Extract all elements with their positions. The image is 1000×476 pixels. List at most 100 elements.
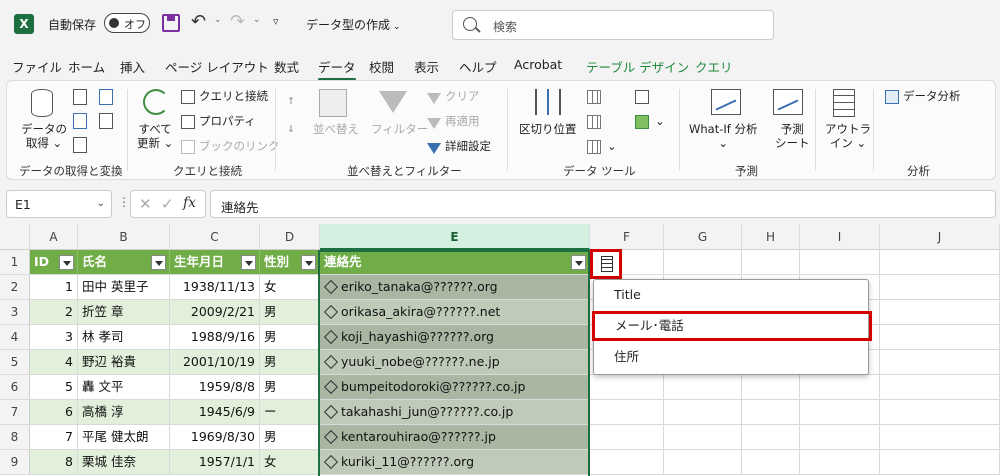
text-to-columns-button[interactable]: 区切り位置 — [519, 122, 577, 137]
get-data-button[interactable]: データの 取得 ⌄ — [21, 122, 67, 151]
column-header-e[interactable]: E — [320, 224, 590, 250]
table-cell-id[interactable]: 8 — [30, 450, 78, 475]
remove-duplicates-icon[interactable] — [587, 115, 601, 129]
data-type-button[interactable] — [590, 249, 622, 279]
table-cell-id[interactable]: 7 — [30, 425, 78, 450]
column-header-g[interactable]: G — [664, 224, 742, 250]
empty-cell[interactable] — [664, 450, 742, 475]
empty-cell[interactable] — [742, 450, 800, 475]
column-header-a[interactable]: A — [30, 224, 78, 250]
clear-button[interactable]: クリア — [445, 89, 480, 104]
table-cell-gender[interactable]: 女 — [260, 275, 320, 300]
table-cell-name[interactable]: 轟 文平 — [78, 375, 170, 400]
empty-cell[interactable] — [800, 375, 880, 400]
empty-cell[interactable] — [664, 425, 742, 450]
table-cell-name[interactable]: 高橋 淳 — [78, 400, 170, 425]
table-cell-birth[interactable]: 1938/11/13 — [170, 275, 260, 300]
column-header-d[interactable]: D — [260, 224, 320, 250]
empty-cell[interactable] — [664, 250, 742, 275]
tab-review[interactable]: 校閲 — [369, 57, 394, 76]
properties-button[interactable]: プロパティ — [199, 114, 256, 129]
table-cell-email[interactable]: yuuki_nobe@??????.ne.jp — [320, 350, 590, 375]
filter-dropdown-icon[interactable] — [571, 255, 586, 270]
table-cell-id[interactable]: 3 — [30, 325, 78, 350]
empty-cell[interactable] — [590, 425, 664, 450]
table-header-cell[interactable]: ID — [30, 250, 78, 275]
empty-cell[interactable] — [800, 425, 880, 450]
empty-cell[interactable] — [880, 250, 1000, 275]
row-header-9[interactable]: 9 — [0, 450, 30, 475]
column-header-h[interactable]: H — [742, 224, 800, 250]
empty-cell[interactable] — [742, 375, 800, 400]
save-icon[interactable] — [162, 14, 180, 32]
insert-function-icon[interactable]: fx — [183, 195, 196, 211]
existing-connections-icon[interactable] — [99, 113, 113, 129]
table-cell-birth[interactable]: 1988/9/16 — [170, 325, 260, 350]
table-cell-gender[interactable]: 男 — [260, 350, 320, 375]
table-cell-name[interactable]: 栗城 佳奈 — [78, 450, 170, 475]
data-validation-icon[interactable] — [587, 140, 601, 154]
table-cell-gender[interactable]: 男 — [260, 375, 320, 400]
table-cell-name[interactable]: 野辺 裕貴 — [78, 350, 170, 375]
select-all-corner[interactable] — [0, 224, 30, 250]
column-header-i[interactable]: I — [800, 224, 880, 250]
empty-cell[interactable] — [800, 250, 880, 275]
empty-cell[interactable] — [664, 375, 742, 400]
table-header-cell[interactable]: 氏名 — [78, 250, 170, 275]
row-header-8[interactable]: 8 — [0, 425, 30, 450]
row-header-5[interactable]: 5 — [0, 350, 30, 375]
name-box[interactable]: E1 ⌄ — [6, 190, 112, 218]
data-model-dropdown-icon[interactable]: ⌄ — [655, 114, 665, 129]
table-cell-email[interactable]: bumpeitodoroki@??????.co.jp — [320, 375, 590, 400]
data-analysis-button[interactable]: データ分析 — [903, 89, 961, 104]
menu-item-title[interactable]: Title — [594, 280, 870, 310]
sort-button[interactable]: 並べ替え — [313, 122, 359, 137]
table-cell-birth[interactable]: 1945/6/9 — [170, 400, 260, 425]
edit-links-button[interactable]: ブックのリンク — [199, 139, 280, 154]
filter-dropdown-icon[interactable] — [241, 255, 256, 270]
table-cell-gender[interactable]: 男 — [260, 325, 320, 350]
recent-sources-icon[interactable] — [99, 89, 113, 105]
row-header-1[interactable]: 1 — [0, 250, 30, 275]
column-header-b[interactable]: B — [78, 224, 170, 250]
table-header-cell[interactable]: 性別 — [260, 250, 320, 275]
filter-dropdown-icon[interactable] — [301, 255, 316, 270]
search-input[interactable]: 検索 — [452, 10, 774, 40]
from-table-icon[interactable] — [73, 137, 87, 153]
tab-formulas[interactable]: 数式 — [274, 57, 299, 76]
filter-button[interactable]: フィルター — [371, 122, 428, 137]
outline-button[interactable]: アウトラ イン ⌄ — [825, 122, 871, 151]
table-cell-name[interactable]: 折笠 章 — [78, 300, 170, 325]
enter-icon[interactable]: ✓ — [161, 195, 174, 213]
empty-cell[interactable] — [742, 250, 800, 275]
row-header-3[interactable]: 3 — [0, 300, 30, 325]
empty-cell[interactable] — [880, 300, 1000, 325]
table-cell-birth[interactable]: 1959/8/8 — [170, 375, 260, 400]
table-cell-gender[interactable]: 男 — [260, 300, 320, 325]
from-web-icon[interactable] — [73, 113, 87, 129]
undo-icon[interactable]: ↶ — [191, 11, 206, 32]
row-header-4[interactable]: 4 — [0, 325, 30, 350]
cancel-icon[interactable]: ✕ — [139, 195, 152, 213]
reapply-button[interactable]: 再適用 — [445, 114, 480, 129]
table-header-cell[interactable]: 生年月日 — [170, 250, 260, 275]
empty-cell[interactable] — [880, 275, 1000, 300]
tab-view[interactable]: 表示 — [414, 57, 439, 76]
document-title[interactable]: データ型の作成 ⌄ — [306, 16, 401, 33]
redo-icon[interactable]: ↷ — [230, 11, 245, 32]
row-header-6[interactable]: 6 — [0, 375, 30, 400]
empty-cell[interactable] — [742, 425, 800, 450]
table-cell-gender[interactable]: 女 — [260, 450, 320, 475]
filter-dropdown-icon[interactable] — [151, 255, 166, 270]
column-header-f[interactable]: F — [590, 224, 664, 250]
empty-cell[interactable] — [880, 350, 1000, 375]
data-validation-dropdown-icon[interactable]: ⌄ — [607, 139, 617, 154]
formula-input[interactable]: 連絡先 — [210, 190, 996, 218]
tab-data[interactable]: データ — [318, 57, 356, 81]
empty-cell[interactable] — [880, 450, 1000, 475]
empty-cell[interactable] — [880, 425, 1000, 450]
empty-cell[interactable] — [880, 325, 1000, 350]
table-cell-birth[interactable]: 1957/1/1 — [170, 450, 260, 475]
empty-cell[interactable] — [590, 450, 664, 475]
table-cell-name[interactable]: 平尾 健太朗 — [78, 425, 170, 450]
